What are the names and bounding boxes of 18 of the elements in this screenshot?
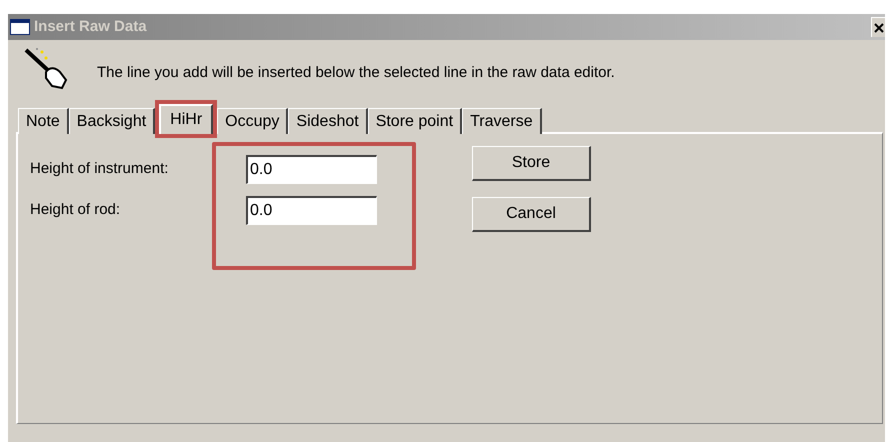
tab[interactable]: Occupy bbox=[217, 108, 288, 134]
field-label: Height of instrument: bbox=[30, 159, 168, 180]
window-title: Insert Raw Data bbox=[34, 16, 147, 37]
input-field[interactable]: 0.0 bbox=[246, 196, 377, 225]
magic-wand-icon bbox=[22, 46, 70, 90]
field-label: Height of rod: bbox=[30, 200, 120, 220]
input-field[interactable]: 0.0 bbox=[246, 155, 377, 184]
window-icon bbox=[10, 19, 30, 35]
tab[interactable]: Traverse bbox=[462, 108, 542, 134]
tab[interactable]: Note bbox=[18, 108, 69, 134]
close-button[interactable] bbox=[871, 17, 885, 37]
info-text: The line you add will be inserted below the selected line in the raw data editor. bbox=[97, 62, 615, 82]
close-icon bbox=[874, 22, 884, 32]
tab[interactable]: Store point bbox=[368, 108, 462, 134]
dialog-button[interactable]: Cancel bbox=[472, 197, 591, 232]
tab[interactable]: Backsight bbox=[68, 108, 156, 134]
dialog-button[interactable]: Store bbox=[472, 146, 591, 181]
tab[interactable]: Sideshot bbox=[288, 108, 368, 134]
